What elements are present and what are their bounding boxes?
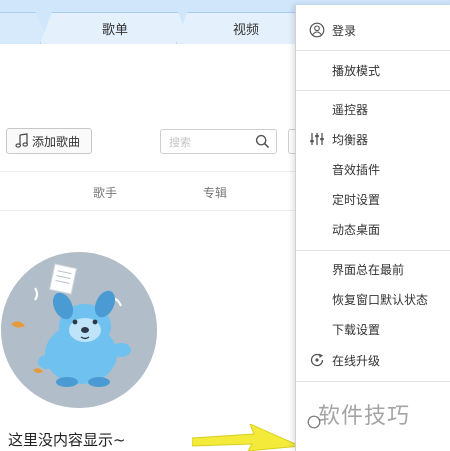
menu-divider — [296, 250, 450, 251]
menu-item-timer[interactable]: 定时设置 — [296, 186, 450, 212]
menu-divider — [296, 90, 450, 91]
menu-item-sound-effects[interactable]: 音效插件 — [296, 156, 450, 182]
menu-item-label: 播放模式 — [332, 63, 381, 78]
menu-item-label: 遥控器 — [332, 102, 369, 117]
menu-item-label: 恢复窗口默认状态 — [332, 292, 429, 307]
menu-item-label: 登录 — [332, 23, 357, 38]
menu-item-equalizer[interactable]: 均衡器 — [296, 126, 450, 152]
menu-item-restore-window[interactable]: 恢复窗口默认状态 — [296, 286, 450, 312]
menu-item-dynamic-desktop[interactable]: 动态桌面 — [296, 216, 450, 242]
menu-item-remote[interactable]: 遥控器 — [296, 96, 450, 122]
menu-divider — [296, 50, 450, 51]
menu-item-online-upgrade[interactable]: 在线升级 — [296, 347, 450, 373]
add-song-button[interactable]: 添加歌曲 — [6, 128, 92, 154]
equalizer-icon — [310, 133, 324, 145]
column-album[interactable]: 专辑 — [203, 184, 227, 201]
menu-item-play-mode[interactable]: 播放模式 — [296, 57, 450, 83]
column-artist[interactable]: 歌手 — [93, 184, 117, 201]
menu-item-always-on-top[interactable]: 界面总在最前 — [296, 256, 450, 282]
search-icon[interactable] — [255, 134, 270, 149]
music-note-icon — [15, 133, 28, 148]
watermark: 软件技巧 — [318, 404, 411, 429]
menu-item-download-settings[interactable]: 下载设置 — [296, 316, 450, 342]
column-header: 歌手 专辑 — [0, 171, 300, 211]
search-box — [160, 129, 277, 154]
app-window: 歌单 视频 添加歌曲 歌手 专辑 — [0, 0, 450, 451]
menu-item-label: 定时设置 — [332, 192, 381, 207]
empty-state-message: 这里没内容显示~ — [8, 431, 126, 449]
upgrade-icon — [310, 353, 324, 367]
empty-state-illustration — [1, 252, 157, 408]
menu-item-label: 均衡器 — [332, 132, 369, 147]
add-song-label: 添加歌曲 — [32, 134, 81, 149]
arrow-annotation — [192, 424, 302, 451]
menu-item-label: 下载设置 — [332, 322, 381, 337]
user-icon — [309, 22, 325, 38]
menu-item-label: 音效插件 — [332, 162, 381, 177]
search-input[interactable] — [167, 133, 251, 152]
menu-divider — [296, 381, 450, 382]
tab-playlists[interactable]: 歌单 — [40, 12, 190, 44]
menu-item-label: 界面总在最前 — [332, 262, 405, 277]
main-menu: 登录 播放模式 遥控器 均衡器 音效插件 定时设置 动态桌面 界面总在最前 恢复… — [295, 5, 450, 451]
menu-item-label: 动态桌面 — [332, 222, 381, 237]
menu-item-login[interactable]: 登录 — [296, 17, 450, 43]
menu-item-label: 在线升级 — [332, 353, 381, 368]
